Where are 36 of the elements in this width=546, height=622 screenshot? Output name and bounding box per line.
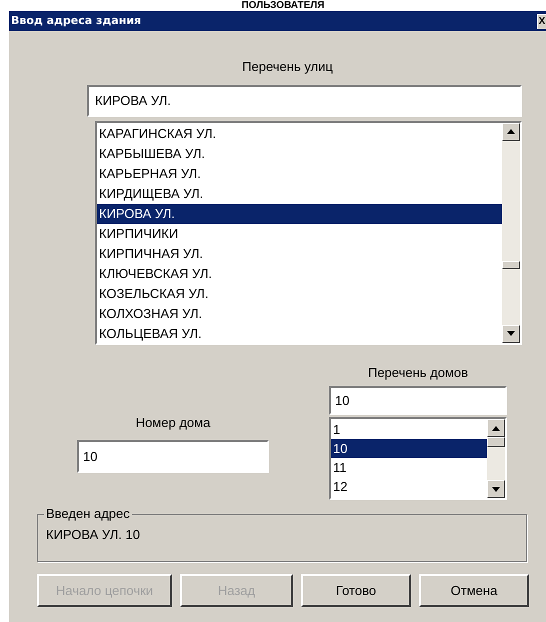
window-title: Ввод адреса здания	[11, 12, 142, 29]
page-heading: ПОЛЬЗОВАТЕЛЯ	[241, 1, 324, 11]
scroll-up-icon[interactable]	[502, 122, 520, 140]
list-item[interactable]: КОЛХОЗНАЯ УЛ.	[97, 304, 502, 324]
street-input-field[interactable]: КИРОВА УЛ.	[87, 84, 522, 116]
list-item[interactable]: КОЗЕЛЬСКАЯ УЛ.	[97, 284, 502, 304]
close-button[interactable]: X	[537, 14, 546, 28]
scroll-thumb[interactable]	[487, 437, 505, 447]
list-item[interactable]: 12	[331, 477, 487, 496]
list-item[interactable]: КИРПИЧНАЯ УЛ.	[97, 244, 502, 264]
house-number-input-field[interactable]: 10	[77, 440, 269, 473]
scroll-thumb[interactable]	[502, 260, 520, 268]
list-item[interactable]: КАРАГИНСКАЯ УЛ.	[97, 124, 502, 144]
list-item[interactable]: КАРЬЕРНАЯ УЛ.	[97, 164, 502, 184]
list-item[interactable]: 10	[331, 439, 487, 458]
house-input-field[interactable]: 10	[329, 386, 507, 415]
field-label: Перечень домов	[368, 364, 468, 382]
list-item[interactable]: 11	[331, 458, 487, 477]
list-item[interactable]: КАРБЫШЕВА УЛ.	[97, 144, 502, 164]
scroll-down-icon[interactable]	[487, 480, 505, 498]
scroll-up-icon[interactable]	[487, 419, 505, 437]
list-item[interactable]: КОЛЬЦЕВАЯ УЛ.	[97, 324, 502, 344]
scroll-down-icon[interactable]	[502, 324, 520, 342]
dialog-button[interactable]: Отмена	[419, 574, 529, 607]
scrollbar[interactable]	[487, 419, 505, 498]
dialog-button[interactable]: Готово	[301, 574, 411, 607]
scrollbar[interactable]	[502, 122, 520, 342]
list-item[interactable]: КИРОВА УЛ.	[97, 204, 502, 224]
list-item[interactable]: КИРДИЩЕВА УЛ.	[97, 184, 502, 204]
list-item[interactable]: КИРПИЧИКИ	[97, 224, 502, 244]
list-item[interactable]: КЛЮЧЕВСКАЯ УЛ.	[97, 264, 502, 284]
field-label: Номер дома	[136, 414, 210, 432]
group-label: Введен адрес	[44, 506, 132, 522]
entered-address-text: КИРОВА УЛ. 10	[46, 526, 141, 544]
field-label: Перечень улиц	[242, 58, 333, 76]
list-item[interactable]: 1	[331, 420, 487, 439]
